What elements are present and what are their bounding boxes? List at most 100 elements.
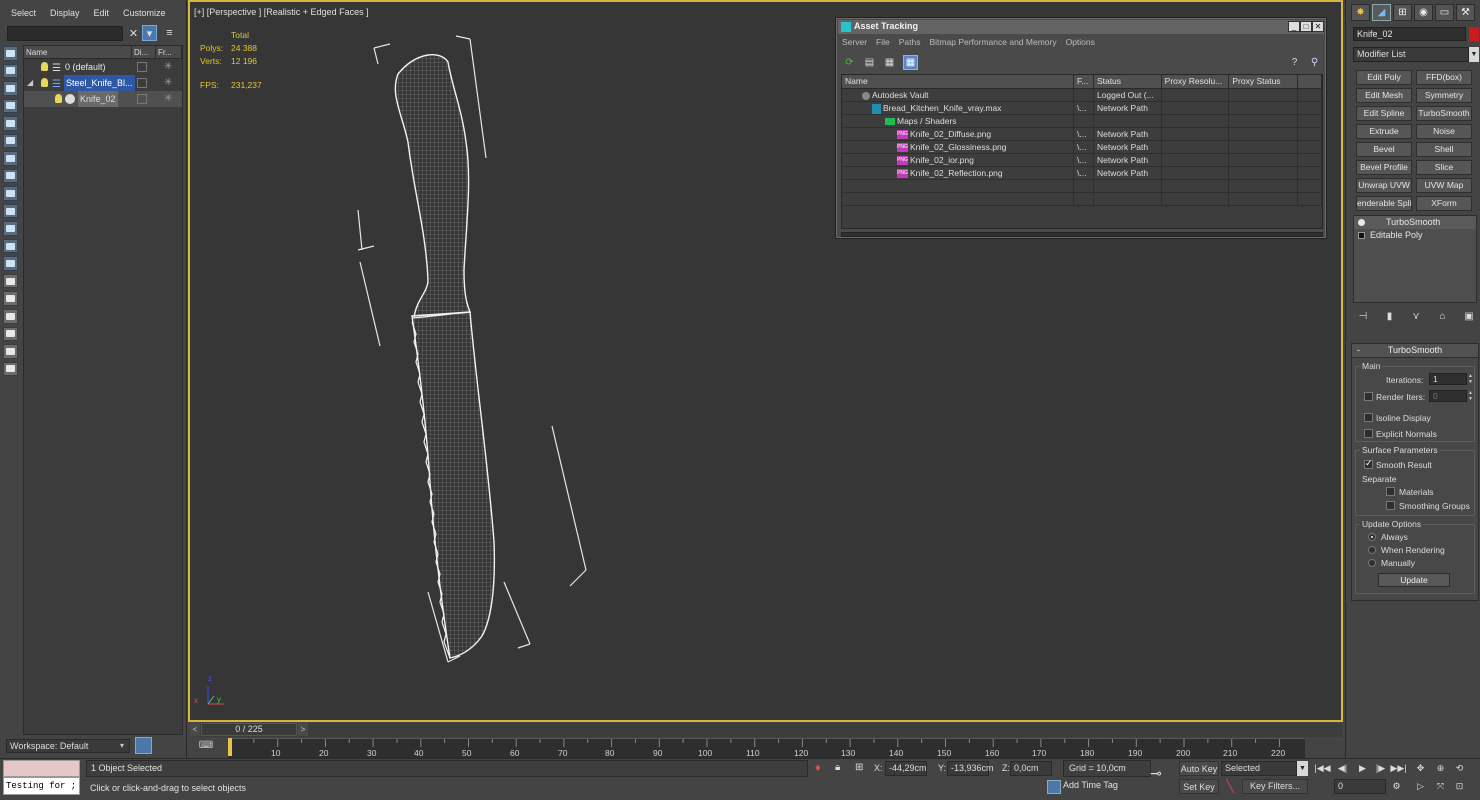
always-radio[interactable] xyxy=(1368,533,1376,541)
absolute-mode-icon[interactable]: ⊞ xyxy=(855,762,863,773)
symmetry-button[interactable]: Symmetry xyxy=(1416,88,1472,103)
table-view-icon[interactable]: ▦ xyxy=(903,55,918,70)
make-unique-icon[interactable]: ⋎ xyxy=(1409,310,1423,324)
minimize-icon[interactable]: _ xyxy=(1288,21,1300,32)
prev-key-icon[interactable]: ◀| xyxy=(1334,761,1351,776)
table-row[interactable]: PNG Knife_02_ior.png \... Network Path xyxy=(842,154,1323,167)
col-proxy-resolution[interactable]: Proxy Resolu... xyxy=(1162,75,1230,88)
key-filter-icon[interactable]: ╲ xyxy=(1222,779,1238,794)
materials-checkbox[interactable] xyxy=(1386,487,1395,496)
set-key-button[interactable]: Set Key xyxy=(1179,779,1219,794)
table-row[interactable]: Maps / Shaders xyxy=(842,115,1322,128)
tree-row-knife-02[interactable]: Knife_02 ✳ xyxy=(24,91,182,107)
time-slider-track[interactable] xyxy=(190,723,1342,737)
bevel-button[interactable]: Bevel xyxy=(1356,142,1412,157)
clear-search-icon[interactable]: ✕ xyxy=(126,25,141,41)
layer-explorer-toggle-icon[interactable] xyxy=(135,737,152,754)
display-helpers-icon[interactable] xyxy=(3,116,18,131)
object-name-field[interactable] xyxy=(1353,27,1466,41)
col-display[interactable]: Di... xyxy=(132,46,156,58)
walk-through-icon[interactable]: ⤧ xyxy=(1432,779,1449,794)
selection-lock-icon[interactable]: 🔒︎ xyxy=(835,762,840,773)
menu-options[interactable]: Options xyxy=(1066,37,1104,47)
selection-set-dropdown[interactable]: Selected xyxy=(1221,761,1297,776)
col-name[interactable]: Name xyxy=(842,75,1074,88)
freeze-toggle-icon[interactable]: ✳ xyxy=(164,75,172,91)
scene-search-input[interactable] xyxy=(7,26,123,41)
smooth-result-checkbox[interactable] xyxy=(1364,458,1373,469)
display-cameras-icon[interactable] xyxy=(3,98,18,114)
hierarchy-tab-icon[interactable]: ⊞ xyxy=(1393,4,1412,21)
sort-icon[interactable] xyxy=(3,308,18,324)
modifier-list-dropdown[interactable]: Modifier List xyxy=(1353,47,1469,62)
display-shapes-icon[interactable] xyxy=(3,63,18,79)
goto-end-icon[interactable]: ▶▶| xyxy=(1390,761,1407,776)
display-invert-icon[interactable] xyxy=(3,291,18,306)
ffd-box-button[interactable]: FFD(box) xyxy=(1416,70,1472,85)
display-all-icon[interactable] xyxy=(3,256,18,271)
stack-item-turbosmooth[interactable]: TurboSmooth xyxy=(1354,216,1476,229)
slice-button[interactable]: Slice xyxy=(1416,160,1472,175)
object-color-swatch[interactable] xyxy=(1469,27,1479,41)
menu-server[interactable]: Server xyxy=(842,37,876,47)
spinner-arrows-icon[interactable]: ▲ ▼ xyxy=(1467,373,1474,385)
menu-select[interactable]: Select xyxy=(4,6,43,22)
remove-modifier-icon[interactable]: ⌂ xyxy=(1436,310,1450,324)
tree-row-steel-knife-layer[interactable]: ◢ ☰ Steel_Knife_Bl... ✳ xyxy=(24,75,182,91)
display-toggle-icon[interactable] xyxy=(137,94,147,104)
maximize-icon[interactable]: □ xyxy=(1300,21,1312,32)
menu-display[interactable]: Display xyxy=(43,6,87,22)
maxscript-listener[interactable]: Testing for ; xyxy=(3,760,80,797)
col-freeze[interactable]: Fr... xyxy=(156,46,182,58)
menu-edit[interactable]: Edit xyxy=(87,6,117,22)
col-f[interactable]: F... xyxy=(1074,75,1094,88)
chevron-down-icon[interactable]: ▼ xyxy=(1469,47,1479,62)
display-geometry-icon[interactable] xyxy=(3,46,18,61)
collapse-icon[interactable]: - xyxy=(1357,344,1360,357)
time-slider-thumb[interactable]: 0 / 225 xyxy=(201,723,297,736)
pin-stack-icon[interactable]: ⊣ xyxy=(1356,310,1370,324)
time-tag-icon[interactable] xyxy=(1047,780,1061,794)
help-icon[interactable]: ? xyxy=(1287,55,1302,70)
freeze-toggle-icon[interactable]: ✳ xyxy=(164,59,172,75)
thumbnail-view-icon[interactable]: ▦ xyxy=(882,55,897,70)
display-hidden-icon[interactable] xyxy=(3,238,18,254)
asset-tracking-titlebar[interactable]: Asset Tracking _ □ ✕ xyxy=(838,20,1324,34)
display-none-icon[interactable] xyxy=(3,273,18,289)
table-row[interactable]: Bread_Kitchen_Knife_vray.max \... Networ… xyxy=(842,102,1322,115)
spinner-arrows-icon[interactable]: ▲ ▼ xyxy=(1467,390,1474,402)
current-frame-marker[interactable] xyxy=(228,738,232,756)
asset-tracking-dialog[interactable]: Asset Tracking _ □ ✕ Server File Paths B… xyxy=(835,17,1327,239)
when-rendering-radio[interactable] xyxy=(1368,546,1376,554)
rollout-title[interactable]: - TurboSmooth xyxy=(1352,344,1478,358)
refresh-icon[interactable]: ⟳ xyxy=(842,55,857,70)
display-frozen-icon[interactable] xyxy=(3,221,18,236)
curve-editor-icon[interactable]: ⌨ xyxy=(198,740,214,754)
chevron-down-icon[interactable]: ▼ xyxy=(1297,761,1308,776)
display-xrefs-icon[interactable] xyxy=(3,168,18,184)
orbit-icon[interactable]: ⟲ xyxy=(1451,761,1468,776)
modifier-on-icon[interactable] xyxy=(1358,219,1365,226)
isoline-display-checkbox[interactable] xyxy=(1364,413,1373,422)
z-coord-field[interactable]: 0,0cm xyxy=(1010,761,1052,776)
hierarchy-icon[interactable] xyxy=(3,344,18,359)
utilities-tab-icon[interactable]: ⚒ xyxy=(1456,4,1475,21)
xform-button[interactable]: XForm xyxy=(1416,196,1472,211)
display-toggle-icon[interactable] xyxy=(137,78,147,88)
menu-bitmap-performance[interactable]: Bitmap Performance and Memory xyxy=(930,37,1066,47)
smoothing-groups-checkbox[interactable] xyxy=(1386,501,1395,510)
layer-view-icon[interactable] xyxy=(3,361,18,377)
x-coord-field[interactable]: -44,29cm xyxy=(885,761,927,776)
display-bones-icon[interactable] xyxy=(3,186,18,201)
display-spacewarps-icon[interactable] xyxy=(3,133,18,149)
context-help-icon[interactable]: ⚲ xyxy=(1307,55,1322,70)
goto-start-icon[interactable]: |◀◀ xyxy=(1314,761,1331,776)
turbosmooth-button[interactable]: TurboSmooth xyxy=(1416,106,1472,121)
render-iters-spinner[interactable]: 0 xyxy=(1429,390,1467,402)
funnel-icon[interactable] xyxy=(3,326,18,342)
field-of-view-icon[interactable]: ▷ xyxy=(1412,779,1429,794)
asset-path-field[interactable] xyxy=(841,232,1323,237)
extrude-button[interactable]: Extrude xyxy=(1356,124,1412,139)
zoom-extents-icon[interactable]: ✥ xyxy=(1412,761,1429,776)
explicit-normals-checkbox[interactable] xyxy=(1364,429,1373,438)
